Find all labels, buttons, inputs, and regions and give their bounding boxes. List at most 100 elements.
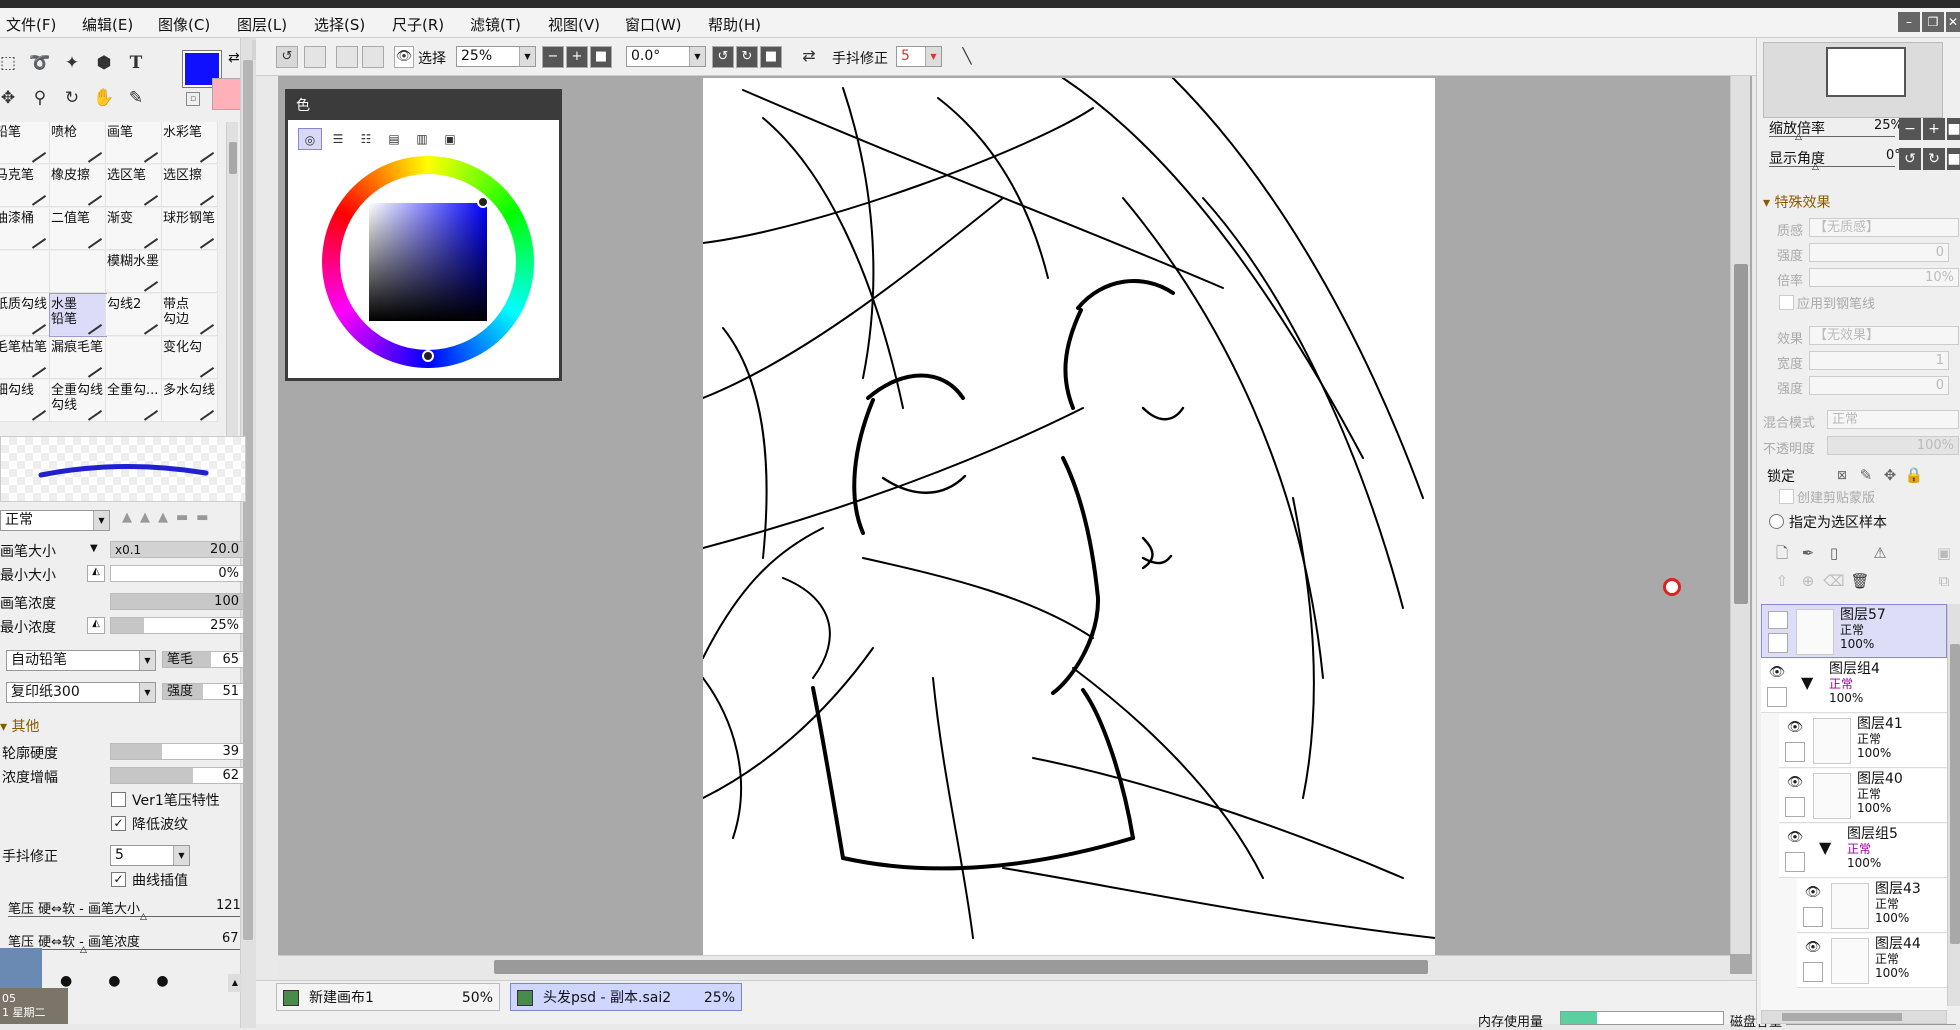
- texture-select[interactable]: 【无质感】: [1809, 218, 1959, 237]
- canvas-vertical-scrollbar[interactable]: [1730, 76, 1750, 954]
- brush-slot[interactable]: 橡皮擦: [50, 165, 106, 207]
- nav-zoom-in-button[interactable]: +: [1923, 118, 1945, 140]
- swatch-tab-icon[interactable]: ▤: [382, 128, 406, 150]
- rect-select-icon[interactable]: ⬚: [0, 48, 24, 78]
- paper-texture-select[interactable]: 复印纸300 ▼: [6, 682, 156, 703]
- ver1-pressure-checkbox[interactable]: [111, 792, 126, 807]
- brush-stabilizer-select[interactable]: 5 ▼: [110, 845, 190, 866]
- layer-lock-toggle[interactable]: [1785, 797, 1805, 817]
- straight-line-icon[interactable]: ╲: [956, 46, 978, 68]
- layer-lock-toggle[interactable]: [1785, 742, 1805, 762]
- pressure-size-slider[interactable]: [8, 916, 240, 917]
- brush-size-presets[interactable]: ●●●: [60, 973, 240, 1013]
- eyedropper-icon[interactable]: ✎: [120, 83, 152, 113]
- min-size-slider[interactable]: 0%: [110, 565, 244, 582]
- brush-slot[interactable]: 漏痕毛笔: [50, 337, 106, 379]
- layer-visibility-eye-icon[interactable]: 👁: [1785, 720, 1805, 738]
- brush-density-slider[interactable]: 100: [110, 593, 244, 610]
- pressure-density-slider[interactable]: [8, 949, 240, 950]
- layer-list-scrollbar[interactable]: [1947, 604, 1960, 1006]
- brush-slot[interactable]: 油漆桶: [0, 208, 50, 250]
- layer-group-row[interactable]: 👁 ▼ 图层组4 正常 100%: [1761, 659, 1947, 713]
- zoom-icon[interactable]: ⚲: [24, 83, 56, 113]
- layer-visibility-eye-icon[interactable]: 👁: [1785, 775, 1805, 793]
- texture-strength-slider[interactable]: 0: [1809, 243, 1949, 262]
- texture-scale-slider[interactable]: 10%: [1809, 268, 1959, 287]
- layer-lock-toggle[interactable]: [1785, 852, 1805, 872]
- nav-zoom-out-button[interactable]: −: [1899, 118, 1921, 140]
- menu-layer[interactable]: 图层(L): [237, 14, 287, 35]
- text-tool-icon[interactable]: T: [120, 48, 152, 78]
- brush-slot[interactable]: 选区擦: [162, 165, 218, 207]
- nav-rotate-reset-button[interactable]: ■: [1947, 148, 1960, 170]
- clear-layer-icon[interactable]: ⌫: [1823, 570, 1845, 592]
- layer-row[interactable]: 👁 图层44 正常 100%: [1797, 934, 1947, 988]
- layer-lock-toggle[interactable]: [1803, 907, 1823, 927]
- density-amp-slider[interactable]: 62: [110, 767, 244, 784]
- tray-icon[interactable]: [0, 948, 42, 988]
- effects-section-header[interactable]: ▾ 特殊效果: [1763, 192, 1830, 212]
- rgb-slider-tab-icon[interactable]: ☰: [326, 128, 350, 150]
- new-folder-icon[interactable]: ▯: [1823, 542, 1845, 564]
- doc-tab-2[interactable]: 头发psd - 副本.sai2 25%: [510, 983, 742, 1011]
- menu-image[interactable]: 图像(C): [158, 14, 210, 35]
- layer-mask-icon[interactable]: ▣: [1933, 542, 1955, 564]
- layer-lock-toggle[interactable]: [1803, 962, 1823, 982]
- nav-zoom-reset-button[interactable]: ■: [1947, 118, 1960, 140]
- brush-slot[interactable]: 勾线2: [106, 294, 162, 336]
- brush-slot[interactable]: 纸质勾线: [0, 294, 50, 336]
- layer-blend-select[interactable]: 正常: [1827, 410, 1959, 429]
- brush-slot[interactable]: 画笔: [106, 122, 162, 164]
- undo-button[interactable]: ↺: [276, 46, 298, 68]
- invert-select-button[interactable]: [362, 46, 384, 68]
- flip-horizontal-icon[interactable]: ⇄: [798, 46, 820, 68]
- close-button[interactable]: ✕: [1946, 12, 1960, 32]
- zoom-out-button[interactable]: −: [542, 46, 564, 68]
- lock-all-icon[interactable]: 🔒: [1903, 464, 1925, 486]
- scratchpad-tab-icon[interactable]: ▣: [438, 128, 462, 150]
- pressure-density-thumb-icon[interactable]: △: [80, 945, 87, 955]
- brush-slot[interactable]: 二值笔: [50, 208, 106, 250]
- brush-slot[interactable]: [106, 337, 162, 379]
- group-expand-icon[interactable]: ▼: [1819, 838, 1831, 857]
- menu-select[interactable]: 选择(S): [314, 14, 365, 35]
- rotate-reset-button[interactable]: ■: [760, 46, 782, 68]
- min-size-pressure-icon[interactable]: ◭: [87, 565, 105, 582]
- layer-lock-toggle[interactable]: [1767, 687, 1787, 707]
- brush-slot[interactable]: 模糊水墨: [106, 251, 162, 293]
- other-section-header[interactable]: ▾ 其他: [0, 716, 39, 736]
- nav-rotate-right-button[interactable]: ↻: [1923, 148, 1945, 170]
- move-icon[interactable]: ✥: [0, 83, 24, 113]
- lock-paint-icon[interactable]: ✎: [1855, 464, 1877, 486]
- brush-slot[interactable]: 铅笔: [0, 122, 50, 164]
- rotate-right-button[interactable]: ↻: [736, 46, 758, 68]
- menu-window[interactable]: 窗口(W): [625, 14, 682, 35]
- hsv-slider-tab-icon[interactable]: ☷: [354, 128, 378, 150]
- pressure-size-thumb-icon[interactable]: △: [140, 912, 147, 922]
- lock-transparency-icon[interactable]: ⊠: [1831, 464, 1853, 486]
- menu-filter[interactable]: 滤镜(T): [470, 14, 521, 35]
- nav-angle-slider[interactable]: [1769, 166, 1895, 167]
- brush-slot[interactable]: 喷枪: [50, 122, 106, 164]
- rotate-icon[interactable]: ↻: [56, 83, 88, 113]
- layer-visibility-eye-icon[interactable]: 👁: [1785, 830, 1805, 848]
- brush-grid-scrollbar[interactable]: [226, 122, 238, 462]
- move-up-icon[interactable]: ⇧: [1771, 570, 1793, 592]
- restore-button[interactable]: ❐: [1922, 12, 1944, 32]
- layer-visibility-eye-icon[interactable]: 👁: [1803, 940, 1823, 958]
- group-expand-icon[interactable]: ▼: [1801, 673, 1813, 692]
- menu-ruler[interactable]: 尺子(R): [392, 14, 444, 35]
- brush-slot[interactable]: [162, 251, 218, 293]
- pencil-type-select[interactable]: 自动铅笔 ▼: [6, 650, 156, 671]
- drawing-canvas[interactable]: [703, 78, 1435, 956]
- minimize-button[interactable]: –: [1898, 12, 1920, 32]
- curve-interp-checkbox[interactable]: ✓: [111, 872, 126, 887]
- brush-size-slider[interactable]: x0.1 20.0: [110, 541, 244, 558]
- brush-slot[interactable]: [50, 251, 106, 293]
- menu-file[interactable]: 文件(F): [6, 14, 56, 35]
- menu-view[interactable]: 视图(V): [548, 14, 600, 35]
- new-layer-icon[interactable]: 🗋: [1771, 542, 1793, 564]
- layer-row[interactable]: 👁 图层41 正常 100%: [1779, 714, 1947, 768]
- reduce-ripple-checkbox[interactable]: ✓: [111, 816, 126, 831]
- brush-slot[interactable]: 球形钢笔: [162, 208, 218, 250]
